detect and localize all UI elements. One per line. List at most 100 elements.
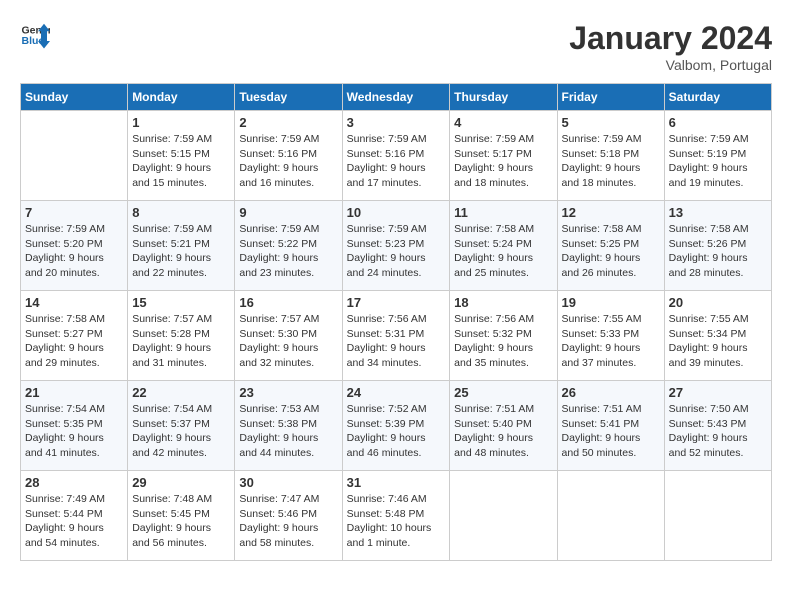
day-info: Sunrise: 7:59 AM Sunset: 5:16 PM Dayligh… xyxy=(239,132,337,191)
weekday-header-cell: Monday xyxy=(128,84,235,111)
calendar-week-row: 28Sunrise: 7:49 AM Sunset: 5:44 PM Dayli… xyxy=(21,471,772,561)
day-info: Sunrise: 7:47 AM Sunset: 5:46 PM Dayligh… xyxy=(239,492,337,551)
page-header: General Blue January 2024 Valbom, Portug… xyxy=(20,20,772,73)
day-number: 23 xyxy=(239,385,337,400)
day-number: 19 xyxy=(562,295,660,310)
day-number: 3 xyxy=(347,115,446,130)
calendar-day-cell: 17 Sunrise: 7:56 AM Sunset: 5:31 PM Dayli… xyxy=(342,291,450,381)
day-number: 13 xyxy=(669,205,767,220)
weekday-header-cell: Sunday xyxy=(21,84,128,111)
day-number: 29 xyxy=(132,475,230,490)
day-number: 7 xyxy=(25,205,123,220)
day-info: Sunrise: 7:50 AM Sunset: 5:43 PM Dayligh… xyxy=(669,402,767,461)
day-number: 27 xyxy=(669,385,767,400)
day-info: Sunrise: 7:59 AM Sunset: 5:20 PM Dayligh… xyxy=(25,222,123,281)
weekday-header-row: SundayMondayTuesdayWednesdayThursdayFrid… xyxy=(21,84,772,111)
calendar-day-cell: 10 Sunrise: 7:59 AM Sunset: 5:23 PM Dayli… xyxy=(342,201,450,291)
calendar-day-cell: 22 Sunrise: 7:54 AM Sunset: 5:37 PM Dayli… xyxy=(128,381,235,471)
day-info: Sunrise: 7:59 AM Sunset: 5:22 PM Dayligh… xyxy=(239,222,337,281)
day-info: Sunrise: 7:59 AM Sunset: 5:15 PM Dayligh… xyxy=(132,132,230,191)
location: Valbom, Portugal xyxy=(569,57,772,73)
day-number: 16 xyxy=(239,295,337,310)
day-number: 18 xyxy=(454,295,552,310)
calendar-day-cell: 25Sunrise: 7:51 AM Sunset: 5:40 PM Dayli… xyxy=(450,381,557,471)
calendar-day-cell: 7 Sunrise: 7:59 AM Sunset: 5:20 PM Daylig… xyxy=(21,201,128,291)
day-info: Sunrise: 7:59 AM Sunset: 5:18 PM Dayligh… xyxy=(562,132,660,191)
calendar-day-cell xyxy=(557,471,664,561)
calendar-day-cell: 16 Sunrise: 7:57 AM Sunset: 5:30 PM Dayli… xyxy=(235,291,342,381)
day-info: Sunrise: 7:58 AM Sunset: 5:24 PM Dayligh… xyxy=(454,222,552,281)
day-info: Sunrise: 7:58 AM Sunset: 5:27 PM Dayligh… xyxy=(25,312,123,371)
day-number: 2 xyxy=(239,115,337,130)
calendar-day-cell: 4 Sunrise: 7:59 AM Sunset: 5:17 PM Daylig… xyxy=(450,111,557,201)
day-number: 25 xyxy=(454,385,552,400)
day-info: Sunrise: 7:59 AM Sunset: 5:19 PM Dayligh… xyxy=(669,132,767,191)
calendar-week-row: 7 Sunrise: 7:59 AM Sunset: 5:20 PM Daylig… xyxy=(21,201,772,291)
day-number: 9 xyxy=(239,205,337,220)
calendar-week-row: 1 Sunrise: 7:59 AM Sunset: 5:15 PM Daylig… xyxy=(21,111,772,201)
day-number: 15 xyxy=(132,295,230,310)
weekday-header-cell: Friday xyxy=(557,84,664,111)
day-number: 24 xyxy=(347,385,446,400)
day-info: Sunrise: 7:58 AM Sunset: 5:25 PM Dayligh… xyxy=(562,222,660,281)
calendar-day-cell xyxy=(21,111,128,201)
day-info: Sunrise: 7:53 AM Sunset: 5:38 PM Dayligh… xyxy=(239,402,337,461)
calendar-week-row: 21Sunrise: 7:54 AM Sunset: 5:35 PM Dayli… xyxy=(21,381,772,471)
day-info: Sunrise: 7:56 AM Sunset: 5:31 PM Dayligh… xyxy=(347,312,446,371)
day-info: Sunrise: 7:55 AM Sunset: 5:34 PM Dayligh… xyxy=(669,312,767,371)
day-info: Sunrise: 7:56 AM Sunset: 5:32 PM Dayligh… xyxy=(454,312,552,371)
calendar-day-cell: 3 Sunrise: 7:59 AM Sunset: 5:16 PM Daylig… xyxy=(342,111,450,201)
day-info: Sunrise: 7:59 AM Sunset: 5:17 PM Dayligh… xyxy=(454,132,552,191)
day-number: 17 xyxy=(347,295,446,310)
weekday-header-cell: Wednesday xyxy=(342,84,450,111)
day-number: 30 xyxy=(239,475,337,490)
day-number: 10 xyxy=(347,205,446,220)
calendar-day-cell xyxy=(450,471,557,561)
calendar-day-cell: 11Sunrise: 7:58 AM Sunset: 5:24 PM Dayli… xyxy=(450,201,557,291)
calendar-day-cell: 29 Sunrise: 7:48 AM Sunset: 5:45 PM Dayli… xyxy=(128,471,235,561)
day-info: Sunrise: 7:59 AM Sunset: 5:16 PM Dayligh… xyxy=(347,132,446,191)
calendar-day-cell: 13 Sunrise: 7:58 AM Sunset: 5:26 PM Dayli… xyxy=(664,201,771,291)
day-info: Sunrise: 7:58 AM Sunset: 5:26 PM Dayligh… xyxy=(669,222,767,281)
day-number: 8 xyxy=(132,205,230,220)
day-number: 14 xyxy=(25,295,123,310)
calendar-body: 1 Sunrise: 7:59 AM Sunset: 5:15 PM Daylig… xyxy=(21,111,772,561)
calendar-day-cell: 1 Sunrise: 7:59 AM Sunset: 5:15 PM Daylig… xyxy=(128,111,235,201)
calendar-day-cell: 8 Sunrise: 7:59 AM Sunset: 5:21 PM Daylig… xyxy=(128,201,235,291)
day-number: 22 xyxy=(132,385,230,400)
calendar-day-cell: 28Sunrise: 7:49 AM Sunset: 5:44 PM Dayli… xyxy=(21,471,128,561)
day-info: Sunrise: 7:55 AM Sunset: 5:33 PM Dayligh… xyxy=(562,312,660,371)
calendar-day-cell: 23 Sunrise: 7:53 AM Sunset: 5:38 PM Dayli… xyxy=(235,381,342,471)
day-info: Sunrise: 7:54 AM Sunset: 5:37 PM Dayligh… xyxy=(132,402,230,461)
day-info: Sunrise: 7:48 AM Sunset: 5:45 PM Dayligh… xyxy=(132,492,230,551)
day-info: Sunrise: 7:52 AM Sunset: 5:39 PM Dayligh… xyxy=(347,402,446,461)
calendar-day-cell: 6 Sunrise: 7:59 AM Sunset: 5:19 PM Daylig… xyxy=(664,111,771,201)
calendar-day-cell: 9 Sunrise: 7:59 AM Sunset: 5:22 PM Daylig… xyxy=(235,201,342,291)
day-number: 20 xyxy=(669,295,767,310)
logo: General Blue xyxy=(20,20,54,50)
calendar-day-cell: 5Sunrise: 7:59 AM Sunset: 5:18 PM Daylig… xyxy=(557,111,664,201)
day-number: 4 xyxy=(454,115,552,130)
calendar-day-cell: 27 Sunrise: 7:50 AM Sunset: 5:43 PM Dayli… xyxy=(664,381,771,471)
calendar-day-cell: 30 Sunrise: 7:47 AM Sunset: 5:46 PM Dayli… xyxy=(235,471,342,561)
title-block: January 2024 Valbom, Portugal xyxy=(569,20,772,73)
day-info: Sunrise: 7:46 AM Sunset: 5:48 PM Dayligh… xyxy=(347,492,446,551)
day-info: Sunrise: 7:59 AM Sunset: 5:21 PM Dayligh… xyxy=(132,222,230,281)
calendar-day-cell: 21Sunrise: 7:54 AM Sunset: 5:35 PM Dayli… xyxy=(21,381,128,471)
calendar-day-cell: 24 Sunrise: 7:52 AM Sunset: 5:39 PM Dayli… xyxy=(342,381,450,471)
calendar-day-cell: 26Sunrise: 7:51 AM Sunset: 5:41 PM Dayli… xyxy=(557,381,664,471)
day-number: 6 xyxy=(669,115,767,130)
day-number: 1 xyxy=(132,115,230,130)
month-title: January 2024 xyxy=(569,20,772,57)
calendar-day-cell xyxy=(664,471,771,561)
calendar-day-cell: 15Sunrise: 7:57 AM Sunset: 5:28 PM Dayli… xyxy=(128,291,235,381)
day-info: Sunrise: 7:54 AM Sunset: 5:35 PM Dayligh… xyxy=(25,402,123,461)
day-info: Sunrise: 7:51 AM Sunset: 5:41 PM Dayligh… xyxy=(562,402,660,461)
day-number: 12 xyxy=(562,205,660,220)
calendar-day-cell: 14 Sunrise: 7:58 AM Sunset: 5:27 PM Dayli… xyxy=(21,291,128,381)
calendar-day-cell: 2 Sunrise: 7:59 AM Sunset: 5:16 PM Daylig… xyxy=(235,111,342,201)
day-info: Sunrise: 7:57 AM Sunset: 5:30 PM Dayligh… xyxy=(239,312,337,371)
weekday-header-cell: Saturday xyxy=(664,84,771,111)
day-info: Sunrise: 7:59 AM Sunset: 5:23 PM Dayligh… xyxy=(347,222,446,281)
calendar-day-cell: 19 Sunrise: 7:55 AM Sunset: 5:33 PM Dayli… xyxy=(557,291,664,381)
